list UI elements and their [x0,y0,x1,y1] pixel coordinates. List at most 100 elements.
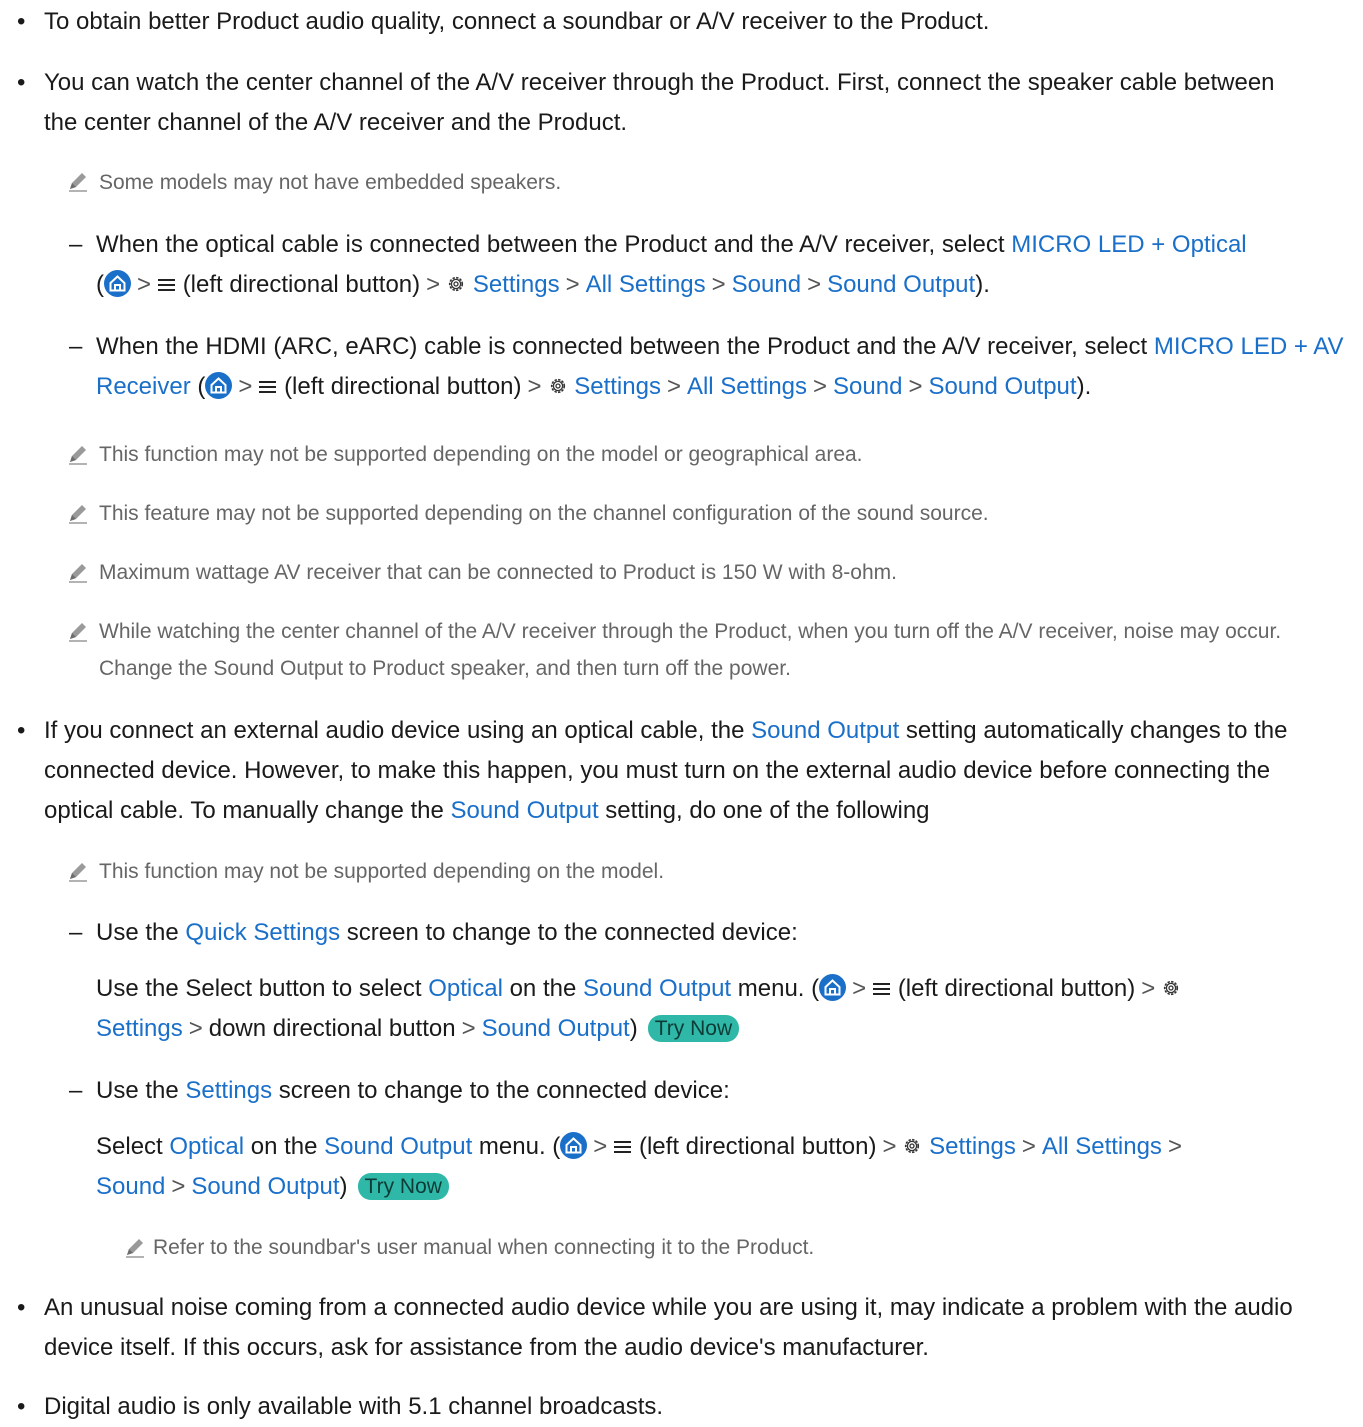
note-text: Maximum wattage AV receiver that can be … [99,561,897,584]
all-settings-link[interactable]: All Settings [1042,1133,1162,1160]
instruction-text: ) [629,1015,638,1042]
dash-marker: – [69,919,83,946]
settings-link[interactable]: Settings [574,373,661,400]
dash-text: screen to change to the connected device… [272,1077,730,1104]
bullet-item: • If you connect an external audio devic… [17,711,1339,831]
down-directional-label: down directional button [208,1015,456,1042]
bullet-marker: • [17,717,26,744]
all-settings-link[interactable]: All Settings [586,271,706,298]
home-icon [560,1132,588,1159]
sound-output-link[interactable]: Sound Output [751,717,899,744]
try-now-button[interactable]: Try Now [357,1173,449,1200]
path-separator: > [1167,1133,1182,1160]
menu-icon [613,1138,632,1156]
dash-marker: – [69,333,83,360]
dash-item: – Use the Quick Settings screen to chang… [69,913,1336,953]
pencil-note-icon [67,860,89,882]
menu-icon [157,276,176,294]
pencil-note-icon [67,443,89,465]
micro-led-optical-link[interactable]: MICRO LED + Optical [1011,231,1246,258]
left-directional-label: (left directional button) [897,975,1136,1002]
instruction-text: ) [339,1173,348,1200]
dash-item: – When the HDMI (ARC, eARC) cable is con… [69,327,1361,407]
bullet-item: • To obtain better Product audio quality… [17,2,1344,42]
path-separator: > [593,1133,608,1160]
settings-link[interactable]: Settings [96,1015,183,1042]
sound-output-link[interactable]: Sound Output [324,1133,472,1160]
bullet-text: If you connect an external audio device … [44,717,752,744]
gear-icon [902,1136,922,1156]
sound-output-link[interactable]: Sound Output [827,271,975,298]
bullet-text: setting, do one of the following [598,797,930,824]
note-text: This feature may not be supported depend… [99,502,989,525]
path-separator: > [238,373,253,400]
dash-text: Use the [96,1077,186,1104]
path-separator: > [908,373,923,400]
sound-output-link[interactable]: Sound Output [928,373,1076,400]
path-separator: > [1141,975,1156,1002]
note-text: This function may not be supported depen… [99,860,665,883]
all-settings-link[interactable]: All Settings [687,373,807,400]
path-separator: > [813,373,828,400]
bullet-item: • Digital audio is only available with 5… [17,1387,1344,1427]
left-directional-label: (left directional button) [284,373,522,400]
home-icon [819,974,847,1001]
bullet-text: Digital audio is only available with 5.1… [44,1393,664,1420]
dash-marker: – [69,231,83,258]
instruction-text: menu. ( [731,975,820,1002]
instruction-text: Select [96,1133,170,1160]
bullet-text: To obtain better Product audio quality, … [44,8,990,35]
note-text: This function may not be supported depen… [99,443,863,466]
bullet-marker: • [17,69,26,96]
gear-icon [446,274,466,294]
path-separator: > [711,271,726,298]
path-separator: > [852,975,867,1002]
bullet-text: An unusual noise coming from a connected… [44,1294,1293,1361]
settings-link[interactable]: Settings [185,1077,272,1104]
pencil-note-icon [124,1236,146,1258]
path-separator: > [807,271,822,298]
dash-item: – Use the Settings screen to change to t… [69,1071,1336,1111]
sound-link[interactable]: Sound [833,373,902,400]
settings-link[interactable]: Settings [473,271,560,298]
path-separator: > [426,271,441,298]
home-icon [205,372,233,399]
sound-output-link[interactable]: Sound Output [191,1173,339,1200]
bullet-text: You can watch the center channel of the … [44,69,1275,136]
pencil-note-icon [67,620,89,642]
sound-link[interactable]: Sound [96,1173,165,1200]
path-separator: > [137,271,152,298]
sound-output-link[interactable]: Sound Output [583,975,731,1002]
settings-link[interactable]: Settings [929,1133,1016,1160]
pencil-note-icon [67,502,89,524]
sound-output-link[interactable]: Sound Output [451,797,599,824]
instruction-paragraph: Use the Select button to select Optical … [96,969,1336,1049]
gear-icon [548,376,568,396]
instruction-paragraph: Select Optical on the Sound Output menu.… [96,1127,1336,1207]
pencil-note-icon [67,561,89,583]
note-text: While watching the center channel of the… [99,620,1282,680]
gear-icon [1161,978,1181,998]
sound-output-link[interactable]: Sound Output [482,1015,630,1042]
left-directional-label: (left directional button) [182,271,421,298]
path-separator: > [527,373,542,400]
bullet-item: • You can watch the center channel of th… [17,63,1314,143]
dash-text: When the optical cable is connected betw… [96,231,1012,258]
manual-page: • To obtain better Product audio quality… [0,0,1363,1425]
dash-text: Use the [96,919,186,946]
quick-settings-link[interactable]: Quick Settings [185,919,340,946]
path-separator: > [188,1015,203,1042]
path-separator: > [1021,1133,1036,1160]
note-text: Refer to the soundbar's user manual when… [153,1236,815,1259]
path-separator: > [171,1173,186,1200]
sound-link[interactable]: Sound [732,271,801,298]
try-now-button[interactable]: Try Now [647,1015,740,1042]
bullet-marker: • [17,1294,26,1321]
note-text: Some models may not have embedded speake… [99,171,562,194]
path-separator: > [565,271,580,298]
bullet-marker: • [17,1393,26,1420]
bullet-marker: • [17,8,26,35]
optical-link[interactable]: Optical [428,975,503,1002]
optical-link[interactable]: Optical [169,1133,244,1160]
path-separator: > [666,373,681,400]
